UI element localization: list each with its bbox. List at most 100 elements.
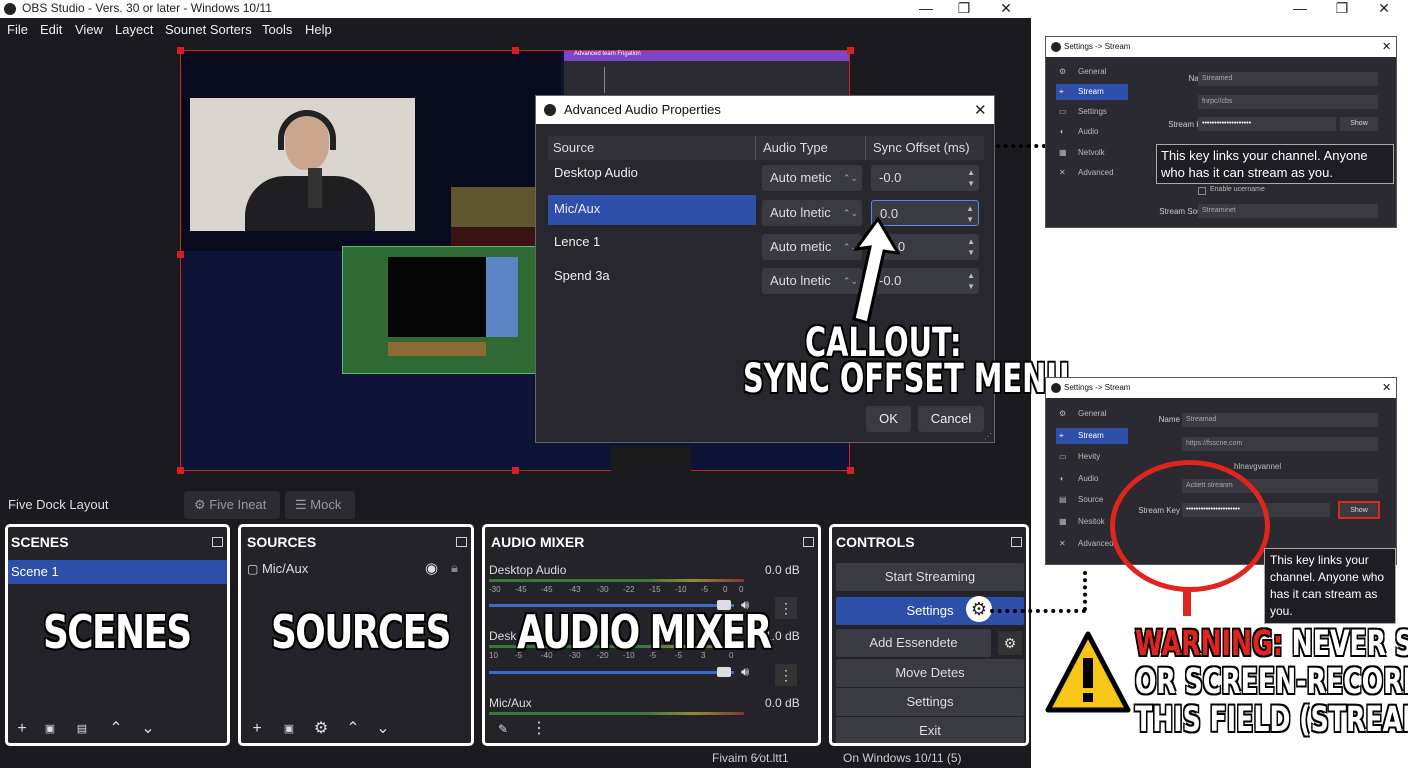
undock-icon[interactable] (456, 537, 467, 547)
menu-tools[interactable]: Tools (262, 22, 292, 37)
network-icon: ▦ (1059, 148, 1067, 157)
source-row[interactable]: Spend 3a (548, 262, 756, 292)
more-options-icon[interactable]: ⋮ (775, 664, 797, 686)
move-up-icon[interactable]: ⌃ (104, 719, 128, 739)
speaker-icon[interactable]: 🔊︎ (741, 664, 749, 680)
source-row-selected[interactable]: Mic/Aux (548, 195, 756, 225)
menu-help[interactable]: Help (305, 22, 332, 37)
resize-handle[interactable] (847, 467, 854, 474)
server-url-field[interactable]: fnrpc//cbs (1198, 95, 1378, 109)
settings-nav-settings[interactable]: Settings (1056, 104, 1128, 120)
show-key-button[interactable]: Show (1340, 117, 1378, 131)
dialog-close-button[interactable]: ✕ (974, 101, 987, 119)
source-item[interactable]: ▢ Mic/Aux ◉ 🔒︎ (247, 559, 469, 583)
resize-handle[interactable] (512, 47, 519, 54)
menu-file[interactable]: File (7, 22, 28, 37)
outer-close-button[interactable]: ✕ (1364, 0, 1404, 18)
undock-icon[interactable] (1011, 537, 1022, 547)
spin-arrows-icon[interactable]: ▲ ▼ (967, 165, 975, 189)
start-streaming-button[interactable]: Start Streaming (836, 563, 1024, 591)
mixer-options-icon[interactable]: ✎ (491, 719, 515, 739)
slider-handle[interactable] (717, 667, 731, 677)
undock-icon[interactable] (212, 537, 223, 547)
status-bar: Fivaim 6⁄ot.ltt1 On Windows 10/11 (5) (0, 748, 1031, 768)
minimize-button[interactable]: — (906, 0, 946, 18)
scene-item-selected[interactable]: Scene 1 (8, 560, 227, 584)
settings-nav-audio[interactable]: Audio (1056, 471, 1128, 487)
resize-handle[interactable] (177, 47, 184, 54)
resize-handle[interactable] (177, 467, 184, 474)
preview-browser-titlebar: Advanced team Frigation (564, 51, 849, 61)
menu-edit[interactable]: Edit (40, 22, 62, 37)
menu-layect[interactable]: Layect (115, 22, 153, 37)
close-button[interactable]: ✕ (986, 0, 1026, 18)
obs-logo-icon (4, 3, 16, 15)
audio-type-select[interactable]: Auto metic ⌃⌄ (762, 165, 862, 191)
sync-offset-spinbox[interactable]: -0.0 ▲ ▼ (871, 165, 979, 191)
filter-icon[interactable]: ▣ (277, 719, 301, 739)
dock-button-five[interactable]: ⚙ Five Ineat (184, 491, 280, 519)
maximize-button[interactable]: ❐ (944, 0, 984, 18)
settings-close-button[interactable]: ✕ (1382, 378, 1391, 398)
col-source: Source (553, 140, 595, 155)
settings-nav-netvolk[interactable]: Netvolk (1056, 145, 1128, 161)
move-up-icon[interactable]: ⌃ (341, 719, 365, 739)
ok-button[interactable]: OK (866, 406, 911, 432)
add-essendete-button[interactable]: Add Essendete (836, 629, 991, 657)
settings-nav-stream[interactable]: Stream (1056, 84, 1128, 100)
stream-key-input[interactable]: •••••••••••••••••••• (1198, 117, 1336, 131)
mixer-channel-name: Mic/Aux (489, 696, 532, 710)
resize-handle[interactable] (177, 251, 184, 258)
source-row[interactable]: Desktop Audio (548, 159, 756, 189)
settings-nav-audio[interactable]: Audio (1056, 124, 1128, 140)
resize-grip-icon[interactable]: ⋰ (984, 432, 992, 441)
settings-close-button[interactable]: ✕ (1382, 37, 1391, 57)
settings-nav-general[interactable]: General (1056, 406, 1128, 422)
game-capture-blue (486, 257, 518, 337)
name-select[interactable]: Streamed (1198, 72, 1378, 86)
settings-title-bar: Settings -> Stream ✕ (1046, 37, 1396, 57)
name-select[interactable]: Streamad (1182, 413, 1378, 427)
settings-nav-hevity[interactable]: Hevity (1056, 449, 1128, 465)
settings-nav-stream[interactable]: Stream (1056, 428, 1128, 444)
copy-icon[interactable]: ▤ (70, 719, 94, 739)
more-options-icon[interactable]: ⋮ (527, 719, 551, 739)
add-icon[interactable]: + (10, 719, 34, 739)
gear-icon[interactable]: ⚙ (998, 631, 1022, 655)
outer-minimize-button[interactable]: — (1280, 0, 1320, 18)
resize-handle[interactable] (847, 47, 854, 54)
settings-nav-general[interactable]: General (1056, 64, 1128, 80)
spin-arrows-icon[interactable]: ▲ ▼ (967, 234, 975, 258)
audio-type-value: Auto metic (770, 239, 832, 254)
volume-slider[interactable] (489, 667, 734, 677)
show-key-button[interactable]: Show (1338, 501, 1380, 519)
gear-icon[interactable]: ⚙ (309, 719, 333, 739)
resize-handle[interactable] (512, 467, 519, 474)
cancel-button[interactable]: Cancel (918, 406, 984, 432)
add-icon[interactable]: + (245, 719, 269, 739)
move-down-icon[interactable]: ⌄ (371, 719, 395, 739)
menu-sounet-sorters[interactable]: Sounet Sorters (165, 22, 252, 37)
move-down-icon[interactable]: ⌄ (136, 719, 160, 739)
menu-view[interactable]: View (75, 22, 103, 37)
spin-arrows-icon[interactable]: ▲ ▼ (967, 268, 975, 292)
enable-username-checkbox[interactable] (1198, 187, 1206, 195)
eye-icon[interactable]: ◉ (425, 559, 438, 577)
server-url-field[interactable]: https://fsscne.com (1182, 437, 1378, 451)
more-options-icon[interactable]: ⋮ (775, 597, 797, 619)
source-row[interactable]: Lence 1 (548, 228, 756, 258)
settings-button[interactable]: Settings (836, 688, 1024, 716)
dock-button-mock[interactable]: ☰ Mock (285, 491, 355, 519)
lock-icon[interactable]: 🔒︎ (451, 560, 458, 576)
settings-nav-advanced[interactable]: Advanced (1056, 165, 1128, 181)
audio-icon: ◖ (1059, 127, 1064, 136)
preview-browser-lines (604, 67, 664, 93)
outer-maximize-button[interactable]: ❐ (1322, 0, 1362, 18)
spin-arrows-icon[interactable]: ▲ ▼ (966, 201, 974, 225)
filter-icon[interactable]: ▣ (38, 719, 62, 739)
undock-icon[interactable] (803, 537, 814, 547)
stream-source-select[interactable]: Streaminet (1198, 204, 1378, 218)
scenes-overlay-label: SCENES (43, 605, 192, 659)
move-detes-button[interactable]: Move Detes (836, 659, 1024, 687)
exit-button[interactable]: Exit (836, 717, 1024, 743)
